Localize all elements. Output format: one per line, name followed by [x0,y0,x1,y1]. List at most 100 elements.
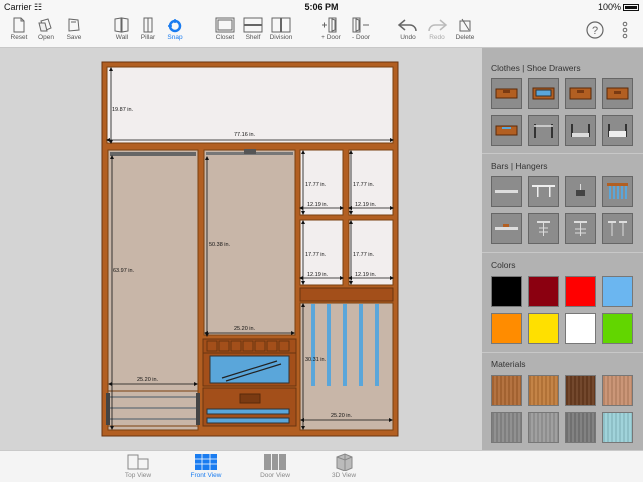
snap-label: Snap [167,34,183,41]
bar-tile-7[interactable] [565,213,596,244]
closet-button[interactable]: Closet [210,16,240,46]
material-swatch-walnut[interactable] [565,375,596,406]
drawer-tile-2[interactable] [528,78,559,109]
design-canvas[interactable]: 19.87 in. 77.16 in. 63.97 in. 25.20 in. … [0,48,482,450]
more-menu-button[interactable] [610,19,640,49]
save-label: Save [66,34,82,41]
material-swatch-fabric[interactable] [491,412,522,443]
drawer-tile-4[interactable] [602,78,633,109]
document-icon [13,17,25,33]
material-swatch-linen[interactable] [528,412,559,443]
front-view-icon [195,454,217,470]
shoe-tray-icon [571,124,590,137]
tie-drawer[interactable] [299,287,394,302]
right-height-label: 30.31 in. [305,357,327,363]
folder-open-icon [38,18,52,32]
cell1-width-label: 12.19 in. [307,202,329,208]
reset-button[interactable]: Reset [4,16,34,46]
division-icon [271,17,291,33]
snap-button[interactable]: Snap [160,16,190,46]
division-button[interactable]: Division [266,16,296,46]
delete-button[interactable]: Delete [450,16,480,46]
top-height-label: 19.87 in. [112,107,134,113]
bars-section-title: Bars | Hangers [491,161,548,171]
undo-button[interactable]: Undo [393,16,423,46]
pillar-button[interactable]: Pillar [133,16,163,46]
undo-label: Undo [400,34,416,41]
clock: 5:06 PM [304,2,339,12]
right-width-label: 25.20 in. [331,413,353,419]
shoe-rack-tile-1[interactable] [528,115,559,146]
save-button[interactable]: Save [59,16,89,46]
bar-tile-2[interactable] [528,176,559,207]
shelf-icon [243,17,263,33]
bar-tile-1[interactable] [491,176,522,207]
bar-tile-8[interactable] [602,213,633,244]
top-view-icon [127,454,149,470]
bar-tile-6[interactable] [528,213,559,244]
help-button[interactable]: ? [580,19,610,49]
question-mark-icon: ? [586,21,604,39]
tie-rack-icon [607,183,628,199]
bar-tile-4[interactable] [602,176,633,207]
tab-3d-view[interactable]: 3D View [319,453,369,479]
vertical-ellipsis-icon [622,21,628,39]
tab-top-view[interactable]: Top View [113,453,163,479]
material-swatch-cork[interactable] [602,375,633,406]
closet-front-drawing[interactable]: 19.87 in. 77.16 in. 63.97 in. 25.20 in. … [0,48,482,450]
glass-drawer-icon [532,87,555,100]
shelf-button[interactable]: Shelf [238,16,268,46]
hook-icon [576,184,585,196]
left-height-label: 63.97 in. [113,268,135,274]
shoe-rack-tile-2[interactable] [565,115,596,146]
color-swatch-red[interactable] [565,276,596,307]
shoe-shelf-icon [608,124,627,137]
left-hanging-bar[interactable] [110,152,196,156]
wall-icon [114,17,129,33]
tab-front-view[interactable]: Front View [181,453,231,479]
division-label: Division [269,34,293,41]
color-swatch-white[interactable] [565,313,596,344]
save-icon [68,18,80,32]
remove-door-icon [352,17,369,33]
bar-tile-5[interactable] [491,213,522,244]
add-door-icon [322,17,337,33]
color-swatch-orange[interactable] [491,313,522,344]
shoe-rack-tile-3[interactable] [602,115,633,146]
redo-button[interactable]: Redo [422,16,452,46]
add-door-button[interactable]: + Door [316,16,346,46]
tab-3d-view-label: 3D View [331,472,357,479]
material-swatch-pine[interactable] [528,375,559,406]
color-swatch-black[interactable] [491,276,522,307]
color-swatch-dark-red[interactable] [528,276,559,307]
eraser-icon [459,18,471,32]
double-drawer-icon [569,87,592,100]
delete-label: Delete [455,34,475,41]
mid-width-label: 25.20 in. [234,326,256,332]
drawer-tile-5[interactable] [491,115,522,146]
tab-door-view[interactable]: Door View [250,453,300,479]
status-bar: Carrier ☷ 5:06 PM 100% [0,0,643,14]
left-compartment[interactable] [107,149,199,431]
drawer-tile-3[interactable] [565,78,596,109]
battery-icon [623,4,639,12]
material-swatch-glass[interactable] [602,412,633,443]
color-swatch-green[interactable] [602,313,633,344]
open-button[interactable]: Open [31,16,61,46]
remove-door-button[interactable]: - Door [346,16,376,46]
view-tab-bar: Top View Front View Door View 3D View [0,450,643,482]
closet-label: Closet [215,34,235,41]
open-label: Open [38,34,54,41]
pull-down-rod-icon [495,224,518,230]
tab-door-view-label: Door View [260,472,290,479]
clothes-section-title: Clothes | Shoe Drawers [491,63,581,73]
hanger-icon [537,221,550,236]
cell4-width-label: 12.19 in. [355,272,377,278]
color-swatch-yellow[interactable] [528,313,559,344]
material-swatch-steel[interactable] [565,412,596,443]
color-swatch-light-blue[interactable] [602,276,633,307]
material-swatch-oak[interactable] [491,375,522,406]
bar-tile-3[interactable] [565,176,596,207]
drawer-tile-1[interactable] [491,78,522,109]
materials-section-title: Materials [491,359,526,369]
